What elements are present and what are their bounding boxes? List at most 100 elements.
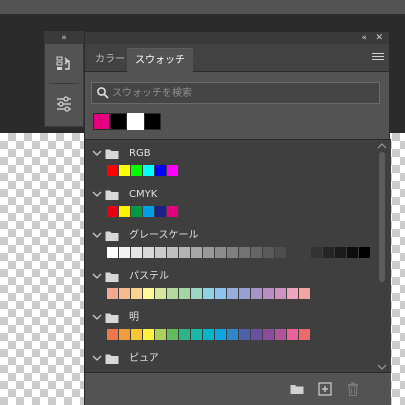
recent-swatch[interactable] (144, 113, 161, 130)
adjustments-panel-button[interactable] (49, 88, 79, 120)
color-swatch[interactable] (119, 206, 130, 217)
color-swatch[interactable] (155, 206, 166, 217)
panel-menu-icon[interactable] (372, 53, 384, 63)
color-swatch[interactable] (203, 288, 214, 299)
color-swatch[interactable] (167, 206, 178, 217)
swatch-group-header[interactable]: ピュア (85, 351, 365, 367)
color-swatch[interactable] (107, 247, 118, 258)
color-swatch[interactable] (203, 329, 214, 340)
color-swatch[interactable] (263, 247, 274, 258)
color-swatch[interactable] (275, 247, 286, 258)
swatch-group-header[interactable]: CMYK (85, 187, 365, 203)
chevron-down-icon[interactable] (91, 311, 103, 323)
color-swatch[interactable] (239, 247, 250, 258)
color-swatch[interactable] (203, 247, 214, 258)
color-swatch[interactable] (299, 247, 310, 258)
color-swatch[interactable] (143, 206, 154, 217)
close-panel-icon[interactable]: ✕ (375, 32, 383, 44)
color-swatch[interactable] (227, 288, 238, 299)
color-swatch[interactable] (179, 288, 190, 299)
color-swatch[interactable] (239, 288, 250, 299)
color-swatch[interactable] (335, 247, 346, 258)
collapse-panel-icon[interactable]: « (361, 32, 367, 44)
tab-swatches[interactable]: スウォッチ (127, 48, 193, 72)
color-swatch[interactable] (251, 329, 262, 340)
color-swatch[interactable] (287, 288, 298, 299)
color-swatch[interactable] (155, 329, 166, 340)
color-swatch[interactable] (167, 165, 178, 176)
history-panel-button[interactable] (49, 48, 79, 80)
color-swatch[interactable] (263, 288, 274, 299)
color-swatch[interactable] (215, 288, 226, 299)
color-swatch[interactable] (131, 165, 142, 176)
color-swatch[interactable] (107, 165, 118, 176)
color-swatch[interactable] (167, 329, 178, 340)
color-swatch[interactable] (107, 329, 118, 340)
list-scrollbar[interactable] (377, 140, 387, 372)
color-swatch[interactable] (239, 329, 250, 340)
color-swatch[interactable] (155, 288, 166, 299)
color-swatch[interactable] (179, 247, 190, 258)
color-swatch[interactable] (287, 329, 298, 340)
recent-swatch[interactable] (110, 113, 127, 130)
color-swatch[interactable] (311, 247, 322, 258)
chevron-down-icon[interactable] (91, 147, 103, 159)
scroll-up-icon[interactable] (377, 142, 387, 150)
color-swatch[interactable] (263, 329, 274, 340)
color-swatch[interactable] (191, 247, 202, 258)
color-swatch[interactable] (227, 329, 238, 340)
add-swatch-icon[interactable] (317, 381, 333, 397)
search-input[interactable] (112, 84, 376, 102)
swatch-group-header[interactable]: パステル (85, 269, 365, 285)
color-swatch[interactable] (119, 288, 130, 299)
swatch-group-header[interactable]: グレースケール (85, 228, 365, 244)
color-swatch[interactable] (143, 288, 154, 299)
color-swatch[interactable] (131, 206, 142, 217)
new-group-folder-icon[interactable] (289, 381, 305, 397)
expand-panels-icon[interactable]: » (61, 33, 67, 43)
color-swatch[interactable] (131, 288, 142, 299)
dock-header[interactable]: » (45, 32, 83, 44)
color-swatch[interactable] (299, 288, 310, 299)
color-swatch[interactable] (107, 288, 118, 299)
swatch-group-header[interactable]: RGB (85, 146, 365, 162)
scroll-down-icon[interactable] (377, 363, 387, 371)
recent-swatch[interactable] (93, 113, 110, 130)
color-swatch[interactable] (275, 288, 286, 299)
color-swatch[interactable] (131, 329, 142, 340)
panel-header[interactable]: « ✕ (85, 32, 389, 44)
color-swatch[interactable] (215, 329, 226, 340)
color-swatch[interactable] (323, 247, 334, 258)
scroll-thumb[interactable] (379, 152, 385, 282)
color-swatch[interactable] (107, 206, 118, 217)
color-swatch[interactable] (131, 247, 142, 258)
color-swatch[interactable] (119, 247, 130, 258)
color-swatch[interactable] (119, 165, 130, 176)
color-swatch[interactable] (191, 288, 202, 299)
color-swatch[interactable] (299, 329, 310, 340)
color-swatch[interactable] (347, 247, 358, 258)
chevron-down-icon[interactable] (91, 270, 103, 282)
trash-icon[interactable] (345, 381, 361, 397)
color-swatch[interactable] (167, 247, 178, 258)
color-swatch[interactable] (119, 329, 130, 340)
color-swatch[interactable] (275, 329, 286, 340)
color-swatch[interactable] (143, 247, 154, 258)
swatch-group-header[interactable]: 明 (85, 310, 365, 326)
color-swatch[interactable] (215, 247, 226, 258)
chevron-down-icon[interactable] (91, 188, 103, 200)
color-swatch[interactable] (143, 165, 154, 176)
color-swatch[interactable] (167, 288, 178, 299)
chevron-down-icon[interactable] (91, 229, 103, 241)
color-swatch[interactable] (155, 165, 166, 176)
recent-swatch[interactable] (127, 113, 144, 130)
color-swatch[interactable] (359, 247, 370, 258)
color-swatch[interactable] (227, 247, 238, 258)
color-swatch[interactable] (251, 247, 262, 258)
chevron-down-icon[interactable] (91, 352, 103, 364)
color-swatch[interactable] (155, 247, 166, 258)
color-swatch[interactable] (251, 288, 262, 299)
color-swatch[interactable] (191, 329, 202, 340)
color-swatch[interactable] (179, 329, 190, 340)
color-swatch[interactable] (143, 329, 154, 340)
